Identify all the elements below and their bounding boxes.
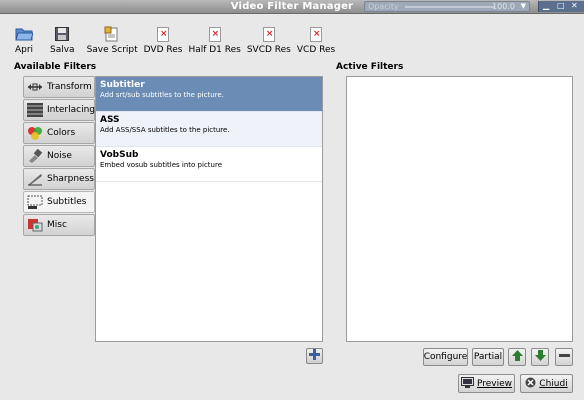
- tab-sharpness[interactable]: Sharpness: [23, 168, 95, 190]
- dvd-res-icon: [157, 26, 170, 42]
- folder-open-icon: [14, 24, 34, 44]
- tab-transform[interactable]: Transform: [23, 76, 95, 98]
- active-filters-heading: Active Filters: [336, 62, 404, 72]
- vcd-res-label: VCD Res: [296, 45, 336, 55]
- close-window-icon[interactable]: ✕: [571, 1, 578, 10]
- dvd-res-label: DVD Res: [143, 45, 183, 55]
- close-circle-icon: [525, 377, 536, 391]
- opacity-track[interactable]: [405, 6, 495, 8]
- transform-icon: [27, 80, 43, 94]
- opacity-label: Opacity: [368, 2, 399, 11]
- colors-icon: [27, 126, 43, 140]
- filter-description: Add ASS/SSA subtitles to the picture.: [100, 126, 230, 134]
- preview-icon: [460, 376, 474, 391]
- script-icon: [102, 24, 122, 44]
- tab-transform-label: Transform: [47, 82, 92, 92]
- preview-label: Preview: [476, 378, 513, 389]
- noise-icon: [27, 149, 43, 163]
- filter-description: Embed vosub subtitles into picture: [100, 161, 223, 169]
- open-button[interactable]: Apri: [14, 20, 34, 56]
- filter-name: Subtitler: [100, 80, 145, 90]
- tab-subtitles[interactable]: Subtitles: [23, 191, 95, 213]
- close-button[interactable]: Chiudi: [520, 374, 573, 393]
- opacity-dropdown-icon[interactable]: ▼: [521, 2, 526, 10]
- half-d1-res-button[interactable]: Half D1 Res: [188, 20, 241, 56]
- partial-label: Partial: [473, 352, 503, 362]
- tab-colors[interactable]: Colors: [23, 122, 95, 144]
- configure-button[interactable]: Configure: [423, 348, 468, 366]
- tab-interlacing-label: Interlacing: [47, 105, 96, 115]
- available-filters-list[interactable]: Subtitler Add srt/sub subtitles to the p…: [95, 76, 323, 342]
- list-item[interactable]: VobSub Embed vosub subtitles into pictur…: [96, 147, 322, 182]
- subtitles-icon: [27, 195, 43, 209]
- misc-icon: [27, 218, 43, 232]
- filter-name: VobSub: [100, 150, 139, 160]
- tab-subtitles-label: Subtitles: [47, 197, 87, 207]
- list-item[interactable]: Subtitler Add srt/sub subtitles to the p…: [96, 77, 322, 112]
- save-label: Salva: [50, 45, 75, 55]
- save-script-label: Save Script: [86, 45, 138, 55]
- toolbar: Apri Salva Save Script DVD Res Half D1 R…: [14, 20, 343, 56]
- minus-icon: [558, 350, 570, 364]
- tab-misc[interactable]: Misc: [23, 214, 95, 236]
- svcd-res-icon: [262, 26, 275, 42]
- minimize-icon[interactable]: ▁: [543, 1, 549, 10]
- window-controls: ▁ □ ✕: [538, 1, 584, 12]
- filter-description: Add srt/sub subtitles to the picture.: [100, 91, 224, 99]
- active-filters-list[interactable]: [346, 76, 573, 342]
- interlacing-icon: [27, 103, 43, 117]
- move-down-button[interactable]: [531, 348, 549, 366]
- half-d1-res-label: Half D1 Res: [188, 45, 241, 55]
- svcd-res-button[interactable]: SVCD Res: [247, 20, 291, 56]
- maximize-icon[interactable]: □: [557, 1, 565, 10]
- opacity-slider[interactable]: Opacity 100.0 ▼: [364, 1, 530, 12]
- arrow-up-icon: [511, 350, 523, 364]
- sharpness-icon: [27, 172, 43, 186]
- vcd-res-icon: [310, 26, 323, 42]
- save-button[interactable]: Salva: [50, 20, 75, 56]
- tab-interlacing[interactable]: Interlacing: [23, 99, 95, 121]
- remove-filter-button[interactable]: [555, 348, 573, 366]
- add-filter-button[interactable]: [306, 348, 323, 364]
- list-item[interactable]: ASS Add ASS/SSA subtitles to the picture…: [96, 112, 322, 147]
- category-tabs: Transform Interlacing Colors Noise Sharp…: [23, 76, 95, 237]
- tab-noise[interactable]: Noise: [23, 145, 95, 167]
- preview-button[interactable]: Preview: [458, 374, 515, 393]
- tab-misc-label: Misc: [47, 220, 67, 230]
- dvd-res-button[interactable]: DVD Res: [143, 20, 183, 56]
- save-script-button[interactable]: Save Script: [87, 20, 138, 56]
- tab-noise-label: Noise: [47, 151, 72, 161]
- svcd-res-label: SVCD Res: [246, 45, 291, 55]
- arrow-down-icon: [534, 350, 546, 364]
- tab-sharpness-label: Sharpness: [47, 174, 94, 184]
- plus-icon: [309, 349, 320, 363]
- available-filters-heading: Available Filters: [14, 62, 97, 72]
- close-label: Chiudi: [539, 378, 568, 389]
- floppy-icon: [52, 24, 72, 44]
- open-label: Apri: [14, 45, 34, 55]
- title-bar: Video Filter Manager Opacity 100.0 ▼ ▁ □…: [0, 0, 584, 14]
- configure-label: Configure: [423, 352, 468, 362]
- tab-colors-label: Colors: [47, 128, 76, 138]
- partial-button[interactable]: Partial: [472, 348, 504, 366]
- filter-name: ASS: [100, 115, 120, 125]
- opacity-value: 100.0: [492, 2, 515, 11]
- vcd-res-button[interactable]: VCD Res: [297, 20, 335, 56]
- move-up-button[interactable]: [508, 348, 526, 366]
- half-d1-res-icon: [208, 26, 221, 42]
